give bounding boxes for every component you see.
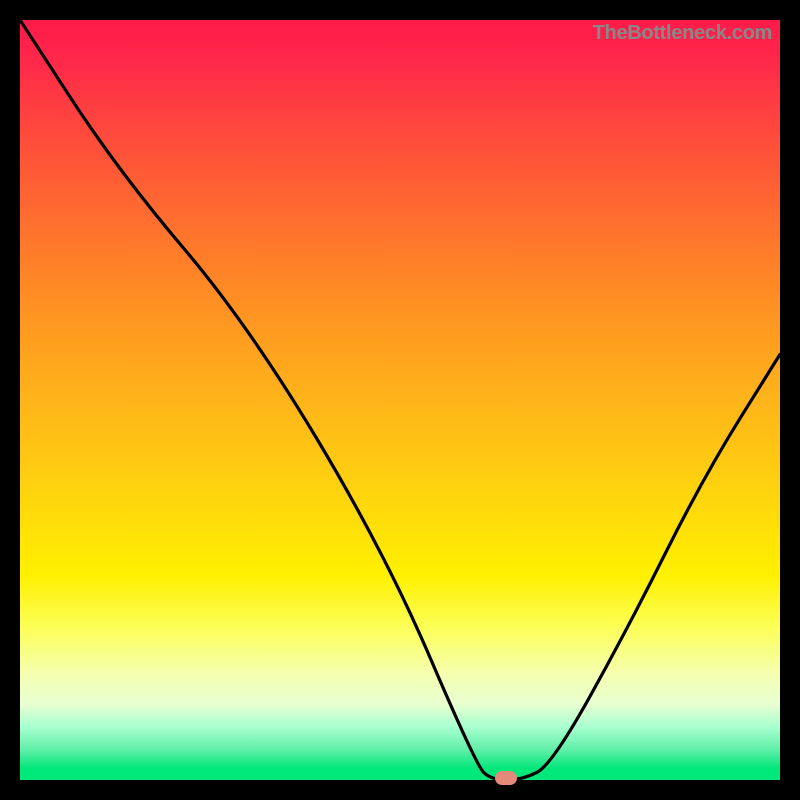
bottleneck-curve [20,20,780,780]
curve-svg [20,20,780,780]
plot-area: TheBottleneck.com [20,20,780,780]
optimum-marker [495,771,517,785]
